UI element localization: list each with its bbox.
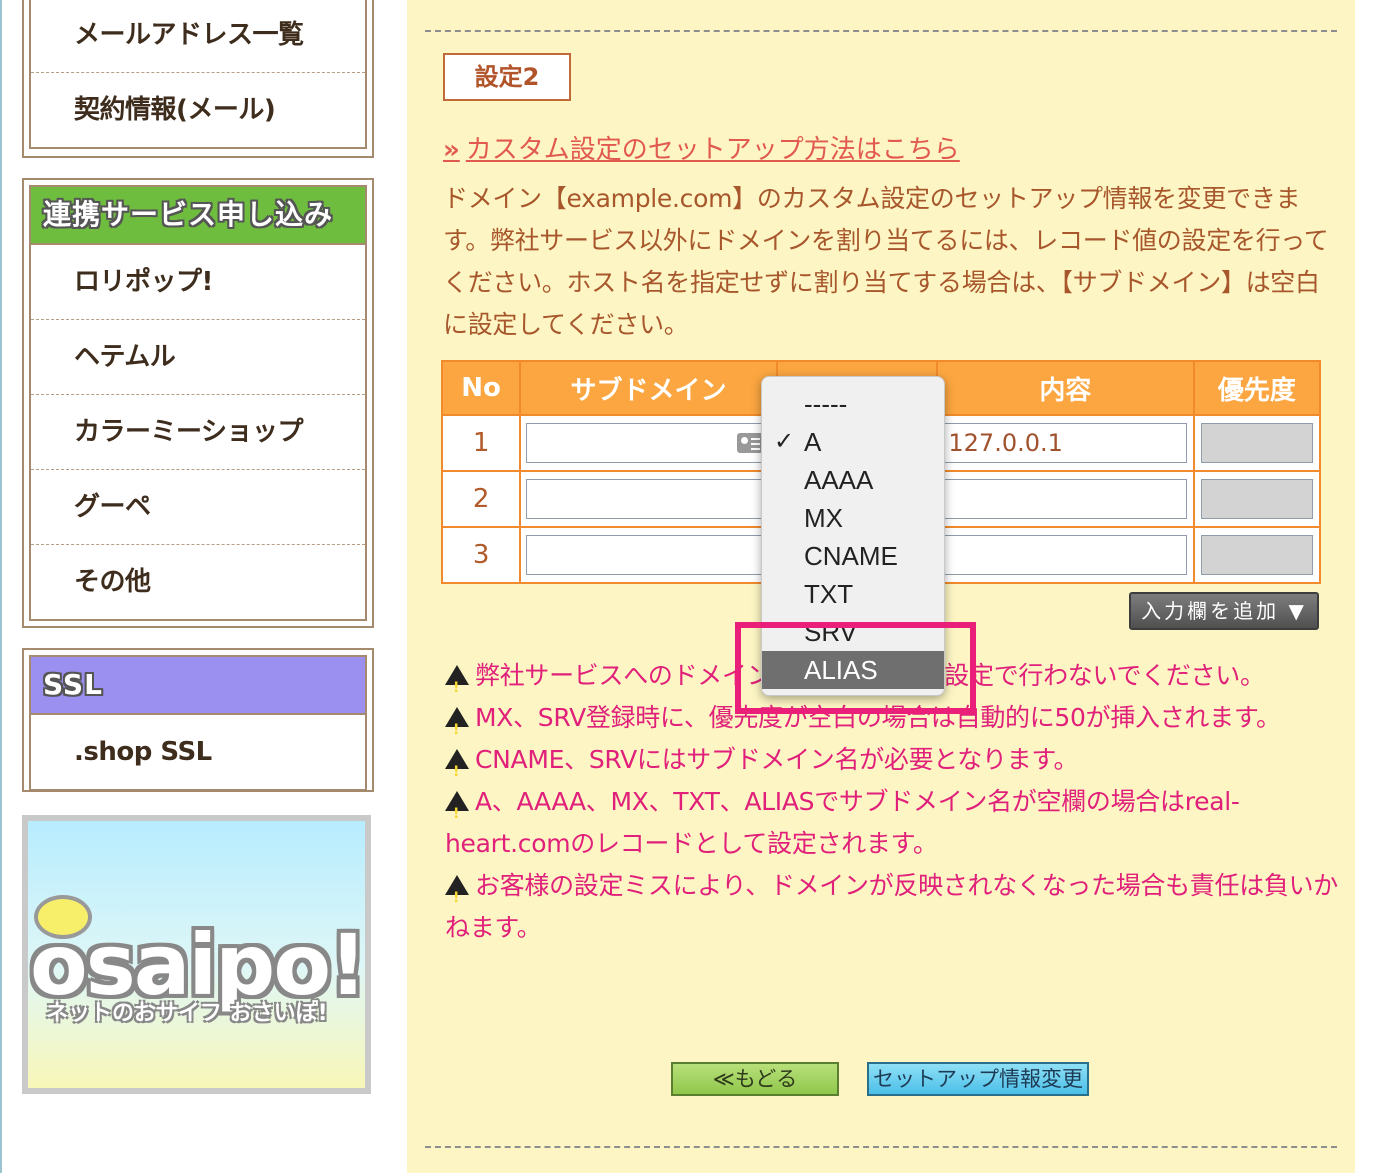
content-cell: 127.0.0.1 bbox=[936, 414, 1195, 472]
content-input[interactable] bbox=[943, 479, 1188, 519]
note-text: お客様の設定ミスにより、ドメインが反映されなくなった場合も責任は負いかねます。 bbox=[445, 871, 1339, 942]
sidebar-item-shop-ssl[interactable]: .shop SSL bbox=[31, 715, 365, 789]
left-edge-strip bbox=[0, 0, 2, 1173]
banner-subtitle: ネットのおサイフ おさいぽ! bbox=[46, 1001, 328, 1026]
warning-icon bbox=[445, 749, 469, 793]
subdomain-cell bbox=[519, 414, 778, 472]
content-cell bbox=[936, 470, 1195, 528]
ssl-header: SSL bbox=[31, 657, 365, 715]
sidebar-item-mail-contract[interactable]: 契約情報(メール) bbox=[31, 73, 365, 147]
priority-input[interactable] bbox=[1200, 479, 1313, 519]
subdomain-input[interactable] bbox=[526, 479, 771, 519]
priority-input[interactable] bbox=[1200, 423, 1313, 463]
note-item: CNAME、SRVにはサブドメイン名が必要となります。 bbox=[445, 739, 1340, 793]
sidebar-item-other[interactable]: その他 bbox=[31, 545, 365, 619]
description-text: ドメイン【example.com】のカスタム設定のセットアップ情報を変更できます… bbox=[443, 184, 1329, 339]
content-cell bbox=[936, 526, 1195, 584]
subdomain-input[interactable] bbox=[526, 535, 771, 575]
priority-input[interactable] bbox=[1200, 535, 1313, 575]
sidebar-item-mail-list[interactable]: メールアドレス一覧 bbox=[31, 0, 365, 73]
setup-guide-link-text: カスタム設定のセットアップ方法はこちら bbox=[465, 135, 960, 165]
priority-cell bbox=[1192, 414, 1322, 472]
ssl-box: SSL .shop SSL bbox=[22, 648, 374, 792]
warning-icon bbox=[445, 791, 469, 835]
option-txt[interactable]: TXT bbox=[762, 575, 944, 613]
note-text: CNAME、SRVにはサブドメイン名が必要となります。 bbox=[475, 745, 1079, 774]
row-number: 3 bbox=[440, 526, 522, 584]
option-aaaa[interactable]: AAAA bbox=[762, 461, 944, 499]
row-number: 2 bbox=[440, 470, 522, 528]
note-item: お客様の設定ミスにより、ドメインが反映されなくなった場合も責任は負いかねます。 bbox=[445, 865, 1340, 949]
content-input[interactable]: 127.0.0.1 bbox=[943, 423, 1188, 463]
top-divider bbox=[425, 30, 1337, 32]
add-row-button[interactable]: 入力欄を追加 ▼ bbox=[1129, 592, 1319, 630]
section-title: 設定2 bbox=[443, 53, 571, 101]
option-cname[interactable]: CNAME bbox=[762, 537, 944, 575]
option-a[interactable]: ✓ A bbox=[762, 423, 944, 461]
bottom-divider bbox=[425, 1146, 1337, 1148]
row-number: 1 bbox=[440, 414, 522, 472]
back-button[interactable]: ≪もどる bbox=[671, 1062, 839, 1096]
alias-highlight-box bbox=[735, 622, 976, 714]
option-blank[interactable]: ----- bbox=[762, 385, 944, 423]
double-chevron-icon: » bbox=[443, 135, 460, 165]
col-no: No bbox=[440, 360, 522, 416]
subdomain-cell bbox=[519, 470, 778, 528]
note-item: A、AAAA、MX、TXT、ALIASでサブドメイン名が空欄の場合はreal-h… bbox=[445, 781, 1340, 865]
option-a-label: A bbox=[804, 427, 822, 457]
content-input[interactable] bbox=[943, 535, 1188, 575]
option-mx[interactable]: MX bbox=[762, 499, 944, 537]
submit-setup-button[interactable]: セットアップ情報変更 bbox=[867, 1062, 1089, 1096]
partner-service-header: 連携サービス申し込み bbox=[31, 187, 365, 245]
warning-icon bbox=[445, 875, 469, 919]
col-priority: 優先度 bbox=[1192, 360, 1322, 416]
subdomain-cell bbox=[519, 526, 778, 584]
sidebar-item-lolipop[interactable]: ロリポップ! bbox=[31, 245, 365, 320]
priority-cell bbox=[1192, 470, 1322, 528]
col-subdomain: サブドメイン bbox=[519, 360, 778, 416]
note-text: A、AAAA、MX、TXT、ALIASでサブドメイン名が空欄の場合はreal-h… bbox=[445, 787, 1240, 858]
col-content: 内容 bbox=[936, 360, 1195, 416]
osaipo-banner[interactable]: osaipo! ネットのおサイフ おさいぽ! bbox=[22, 815, 371, 1094]
partner-service-box: 連携サービス申し込み ロリポップ! ヘテムル カラーミーショップ グーペ その他 bbox=[22, 178, 374, 628]
checkmark-icon: ✓ bbox=[774, 428, 795, 455]
setup-guide-link[interactable]: » カスタム設定のセットアップ方法はこちら bbox=[443, 129, 960, 166]
warning-icon bbox=[445, 665, 469, 709]
sidebar-item-heteml[interactable]: ヘテムル bbox=[31, 320, 365, 395]
subdomain-input[interactable] bbox=[526, 423, 771, 463]
sidebar-item-goope[interactable]: グーペ bbox=[31, 470, 365, 545]
priority-cell bbox=[1192, 526, 1322, 584]
warning-icon bbox=[445, 707, 469, 751]
contact-card-icon bbox=[737, 433, 764, 453]
mail-menu-box: メールアドレス一覧 契約情報(メール) bbox=[22, 0, 374, 158]
sidebar-item-colorme[interactable]: カラーミーショップ bbox=[31, 395, 365, 470]
